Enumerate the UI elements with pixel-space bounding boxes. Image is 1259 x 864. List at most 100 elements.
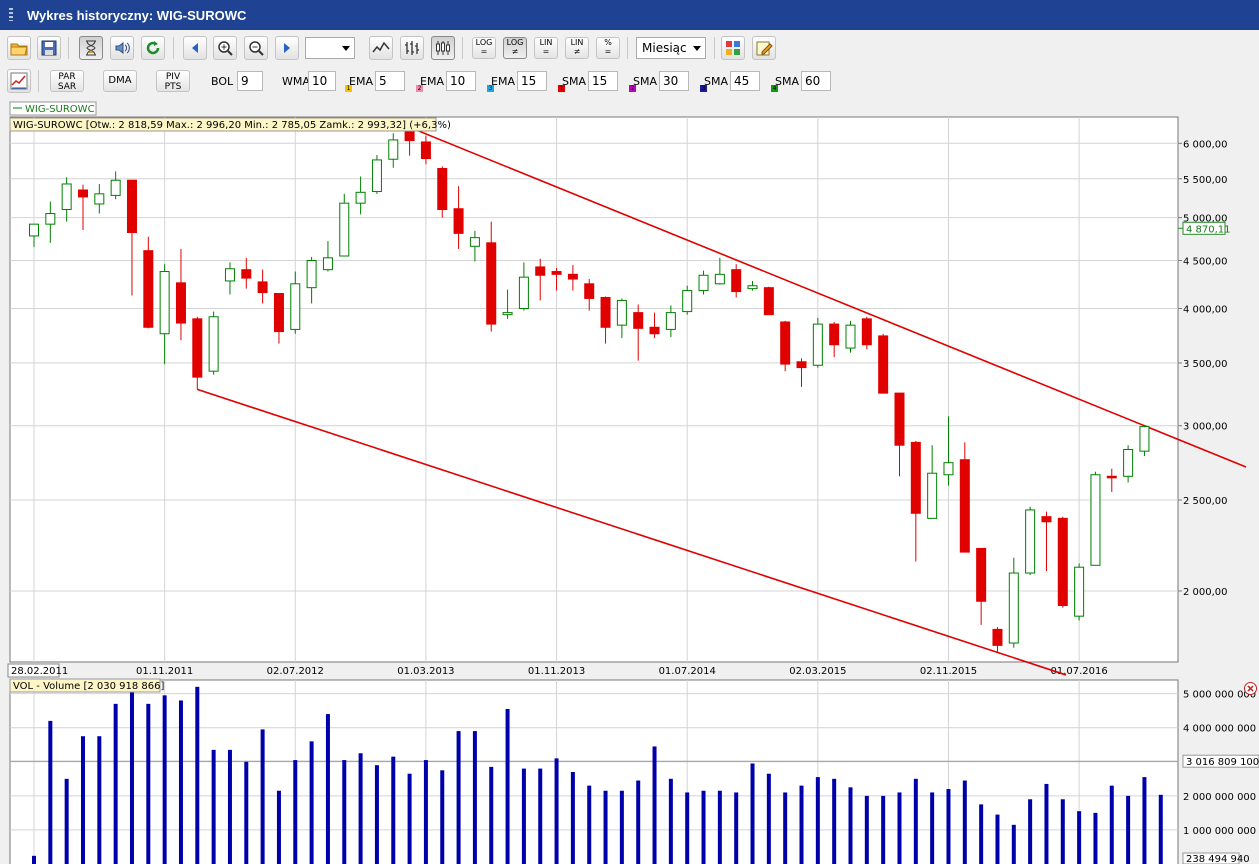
ohlc-chart-button[interactable] bbox=[400, 36, 424, 60]
indicator-period-input[interactable]: 10 bbox=[446, 71, 476, 91]
candle-body bbox=[665, 312, 676, 330]
y-tick-label: 4 000,00 bbox=[1183, 305, 1228, 316]
log-scale-button[interactable]: LOG = bbox=[472, 37, 496, 59]
hourglass-button[interactable] bbox=[79, 36, 103, 60]
candle-body bbox=[780, 321, 791, 365]
indicator-ema-10[interactable]: EMA 10 2 bbox=[416, 69, 478, 93]
indicator-color-badge: 2 bbox=[416, 85, 423, 92]
candle-body bbox=[1123, 449, 1134, 477]
volume-bar bbox=[456, 731, 461, 864]
volume-bar bbox=[848, 787, 853, 864]
indicator-period-input[interactable]: 15 bbox=[588, 71, 618, 91]
zoom-out-icon bbox=[249, 41, 264, 56]
refresh-button[interactable] bbox=[141, 36, 165, 60]
indicator-chart-button[interactable] bbox=[7, 69, 31, 93]
line-chart-button[interactable] bbox=[369, 36, 393, 60]
candle bbox=[878, 333, 889, 394]
chevron-down-icon bbox=[693, 46, 701, 51]
indicator-bol-9[interactable]: BOL 9 bbox=[207, 69, 265, 93]
indicator-ema-5[interactable]: EMA 5 1 bbox=[345, 69, 407, 93]
indicator-sma-30[interactable]: SMA 30 2 bbox=[629, 69, 691, 93]
save-button[interactable] bbox=[37, 36, 61, 60]
volume-bar bbox=[489, 766, 494, 864]
x-tick-label: 01.11.2011 bbox=[136, 666, 193, 677]
refresh-icon bbox=[146, 41, 160, 55]
indicator-period-input[interactable]: 45 bbox=[730, 71, 760, 91]
candle bbox=[1090, 471, 1101, 566]
indicator-sma-60[interactable]: SMA 60 4 bbox=[771, 69, 833, 93]
period-select[interactable]: Miesiąc bbox=[636, 37, 706, 59]
lin-scale-button[interactable]: LIN = bbox=[534, 37, 558, 59]
indicator-wma-10[interactable]: WMA 10 bbox=[278, 69, 338, 93]
sound-button[interactable] bbox=[110, 36, 134, 60]
indicator-color-badge: 1 bbox=[558, 85, 565, 92]
candle-body bbox=[616, 299, 627, 326]
candle-body bbox=[143, 250, 154, 328]
volume-bar bbox=[472, 731, 477, 864]
price-chart[interactable]: 28.02.2011 01.11.2011 02.07.2012 01.03.2013… bbox=[0, 97, 1259, 864]
candle bbox=[1025, 506, 1036, 575]
indicator-period-input[interactable]: 15 bbox=[517, 71, 547, 91]
window-titlebar: Wykres historyczny: WIG-SUROWC bbox=[0, 0, 1259, 30]
percent-scale-button[interactable]: % = bbox=[596, 37, 620, 59]
candle-body bbox=[1106, 475, 1117, 479]
equals-icon: = bbox=[542, 47, 550, 56]
indicator-ema-15[interactable]: EMA 15 3 bbox=[487, 69, 549, 93]
volume-bar bbox=[538, 768, 543, 864]
indicator-period-input[interactable]: 10 bbox=[308, 71, 336, 91]
volume-bar bbox=[80, 736, 85, 864]
volume-bar bbox=[717, 790, 722, 864]
indicator-sma-15[interactable]: SMA 15 1 bbox=[558, 69, 620, 93]
piv-pts-button[interactable]: PIV PTS bbox=[156, 70, 190, 92]
log-scale-unequal-button[interactable]: LOG ≠ bbox=[503, 37, 527, 59]
candle bbox=[780, 320, 791, 372]
lin-scale-unequal-button[interactable]: LIN ≠ bbox=[565, 37, 589, 59]
indicator-label: EMA bbox=[491, 75, 515, 88]
drag-grip-icon[interactable] bbox=[9, 8, 13, 21]
zoom-in-button[interactable] bbox=[213, 36, 237, 60]
volume-bar bbox=[766, 773, 771, 864]
y-tick-label: 2 000,00 bbox=[1183, 587, 1228, 598]
open-folder-button[interactable] bbox=[7, 36, 31, 60]
candle-body bbox=[551, 271, 562, 275]
scroll-right-button[interactable] bbox=[275, 36, 299, 60]
indicator-sma-45[interactable]: SMA 45 3 bbox=[700, 69, 762, 93]
y-tick-label: 4 500,00 bbox=[1183, 257, 1228, 268]
zoom-select[interactable] bbox=[305, 37, 355, 59]
volume-bar bbox=[1142, 777, 1147, 864]
scroll-left-button[interactable] bbox=[183, 36, 207, 60]
last-price-label: 4 870,11 bbox=[1186, 224, 1231, 235]
candle-body bbox=[698, 274, 709, 292]
indicator-period-input[interactable]: 30 bbox=[659, 71, 689, 91]
indicator-period-input[interactable]: 5 bbox=[375, 71, 405, 91]
draw-tool-button[interactable] bbox=[752, 36, 776, 60]
close-panel-icon[interactable] bbox=[1244, 682, 1257, 695]
indicator-color-badge: 4 bbox=[771, 85, 778, 92]
volume-bar bbox=[995, 814, 1000, 864]
volume-bar bbox=[799, 785, 804, 864]
candle-body bbox=[992, 628, 1003, 646]
x-tick-label: 02.03.2015 bbox=[789, 666, 846, 677]
volume-bar bbox=[227, 749, 232, 864]
volume-bar bbox=[750, 763, 755, 864]
candlestick-chart-button[interactable] bbox=[431, 36, 455, 60]
color-scheme-button[interactable] bbox=[721, 36, 745, 60]
zoom-out-button[interactable] bbox=[244, 36, 268, 60]
par-sar-button[interactable]: PAR SAR bbox=[50, 70, 84, 92]
dma-button[interactable]: DMA bbox=[103, 70, 137, 92]
y-tick-label: 6 000,00 bbox=[1183, 139, 1228, 150]
equals-icon: = bbox=[604, 47, 612, 56]
volume-last-label: 238 494 940 bbox=[1186, 854, 1250, 864]
volume-bar bbox=[211, 749, 216, 864]
indicator-period-input[interactable]: 60 bbox=[801, 71, 831, 91]
volume-bar bbox=[309, 741, 314, 864]
volume-bar bbox=[391, 756, 396, 864]
indicator-period-input[interactable]: 9 bbox=[237, 71, 263, 91]
candle bbox=[763, 286, 774, 316]
volume-bar bbox=[423, 760, 428, 864]
candle-body bbox=[943, 462, 954, 476]
volume-bar bbox=[64, 778, 69, 864]
ohlc-info-label: WIG-SUROWC [Otw.: 2 818,59 Max.: 2 996,2… bbox=[13, 120, 451, 131]
candle-body bbox=[535, 266, 546, 276]
candle-body bbox=[453, 208, 464, 234]
